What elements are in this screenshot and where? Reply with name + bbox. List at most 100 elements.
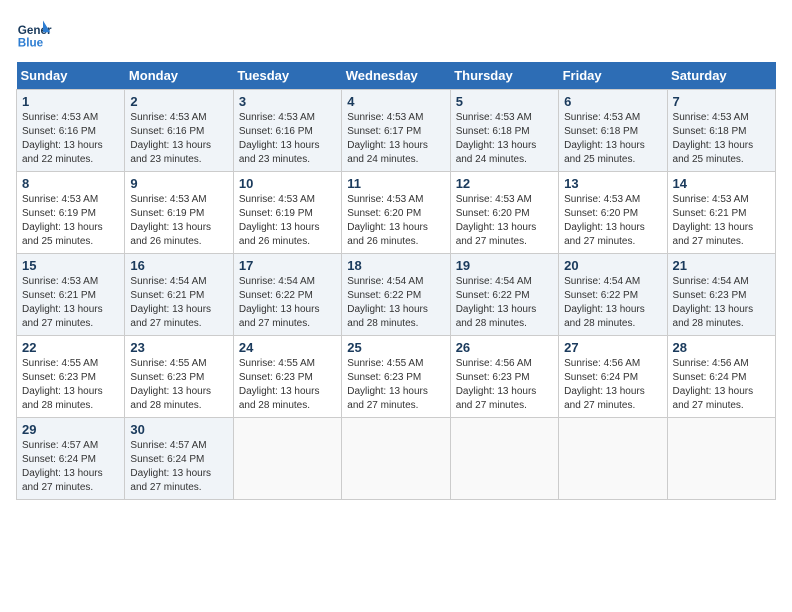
day-cell: 14 Sunrise: 4:53 AMSunset: 6:21 PMDaylig… [667, 172, 775, 254]
col-header-tuesday: Tuesday [233, 62, 341, 90]
day-number: 12 [456, 176, 553, 191]
day-number: 6 [564, 94, 661, 109]
day-cell: 28 Sunrise: 4:56 AMSunset: 6:24 PMDaylig… [667, 336, 775, 418]
logo-icon: General Blue [16, 16, 52, 52]
day-number: 22 [22, 340, 119, 355]
day-cell: 8 Sunrise: 4:53 AMSunset: 6:19 PMDayligh… [17, 172, 125, 254]
week-row-5: 29 Sunrise: 4:57 AMSunset: 6:24 PMDaylig… [17, 418, 776, 500]
day-cell: 6 Sunrise: 4:53 AMSunset: 6:18 PMDayligh… [559, 90, 667, 172]
day-cell: 18 Sunrise: 4:54 AMSunset: 6:22 PMDaylig… [342, 254, 450, 336]
day-number: 19 [456, 258, 553, 273]
day-detail: Sunrise: 4:57 AMSunset: 6:24 PMDaylight:… [130, 440, 211, 493]
day-detail: Sunrise: 4:53 AMSunset: 6:17 PMDaylight:… [347, 112, 428, 165]
day-number: 16 [130, 258, 227, 273]
day-cell: 26 Sunrise: 4:56 AMSunset: 6:23 PMDaylig… [450, 336, 558, 418]
day-cell: 17 Sunrise: 4:54 AMSunset: 6:22 PMDaylig… [233, 254, 341, 336]
day-detail: Sunrise: 4:56 AMSunset: 6:24 PMDaylight:… [564, 358, 645, 411]
day-cell [667, 418, 775, 500]
col-header-saturday: Saturday [667, 62, 775, 90]
day-number: 11 [347, 176, 444, 191]
day-number: 14 [673, 176, 770, 191]
day-cell: 15 Sunrise: 4:53 AMSunset: 6:21 PMDaylig… [17, 254, 125, 336]
day-cell: 27 Sunrise: 4:56 AMSunset: 6:24 PMDaylig… [559, 336, 667, 418]
col-header-thursday: Thursday [450, 62, 558, 90]
day-detail: Sunrise: 4:53 AMSunset: 6:18 PMDaylight:… [673, 112, 754, 165]
day-cell [233, 418, 341, 500]
day-number: 2 [130, 94, 227, 109]
day-number: 13 [564, 176, 661, 191]
day-detail: Sunrise: 4:55 AMSunset: 6:23 PMDaylight:… [239, 358, 320, 411]
day-cell: 10 Sunrise: 4:53 AMSunset: 6:19 PMDaylig… [233, 172, 341, 254]
day-detail: Sunrise: 4:53 AMSunset: 6:16 PMDaylight:… [239, 112, 320, 165]
day-cell: 5 Sunrise: 4:53 AMSunset: 6:18 PMDayligh… [450, 90, 558, 172]
day-number: 7 [673, 94, 770, 109]
day-cell: 21 Sunrise: 4:54 AMSunset: 6:23 PMDaylig… [667, 254, 775, 336]
day-detail: Sunrise: 4:53 AMSunset: 6:18 PMDaylight:… [564, 112, 645, 165]
day-cell: 22 Sunrise: 4:55 AMSunset: 6:23 PMDaylig… [17, 336, 125, 418]
day-detail: Sunrise: 4:53 AMSunset: 6:20 PMDaylight:… [347, 194, 428, 247]
day-detail: Sunrise: 4:53 AMSunset: 6:19 PMDaylight:… [22, 194, 103, 247]
day-detail: Sunrise: 4:56 AMSunset: 6:24 PMDaylight:… [673, 358, 754, 411]
day-number: 23 [130, 340, 227, 355]
day-detail: Sunrise: 4:57 AMSunset: 6:24 PMDaylight:… [22, 440, 103, 493]
day-number: 30 [130, 422, 227, 437]
day-number: 8 [22, 176, 119, 191]
day-cell: 30 Sunrise: 4:57 AMSunset: 6:24 PMDaylig… [125, 418, 233, 500]
day-cell: 9 Sunrise: 4:53 AMSunset: 6:19 PMDayligh… [125, 172, 233, 254]
day-number: 1 [22, 94, 119, 109]
day-cell: 13 Sunrise: 4:53 AMSunset: 6:20 PMDaylig… [559, 172, 667, 254]
svg-text:Blue: Blue [18, 37, 44, 50]
day-cell: 1 Sunrise: 4:53 AMSunset: 6:16 PMDayligh… [17, 90, 125, 172]
day-cell: 12 Sunrise: 4:53 AMSunset: 6:20 PMDaylig… [450, 172, 558, 254]
day-detail: Sunrise: 4:53 AMSunset: 6:16 PMDaylight:… [22, 112, 103, 165]
day-cell: 23 Sunrise: 4:55 AMSunset: 6:23 PMDaylig… [125, 336, 233, 418]
week-row-3: 15 Sunrise: 4:53 AMSunset: 6:21 PMDaylig… [17, 254, 776, 336]
day-number: 3 [239, 94, 336, 109]
col-header-sunday: Sunday [17, 62, 125, 90]
day-number: 21 [673, 258, 770, 273]
day-cell: 7 Sunrise: 4:53 AMSunset: 6:18 PMDayligh… [667, 90, 775, 172]
day-cell [450, 418, 558, 500]
day-detail: Sunrise: 4:53 AMSunset: 6:21 PMDaylight:… [22, 276, 103, 329]
day-number: 5 [456, 94, 553, 109]
day-cell: 25 Sunrise: 4:55 AMSunset: 6:23 PMDaylig… [342, 336, 450, 418]
day-number: 28 [673, 340, 770, 355]
day-detail: Sunrise: 4:53 AMSunset: 6:21 PMDaylight:… [673, 194, 754, 247]
day-detail: Sunrise: 4:54 AMSunset: 6:23 PMDaylight:… [673, 276, 754, 329]
day-detail: Sunrise: 4:55 AMSunset: 6:23 PMDaylight:… [347, 358, 428, 411]
calendar-table: SundayMondayTuesdayWednesdayThursdayFrid… [16, 62, 776, 500]
day-number: 26 [456, 340, 553, 355]
day-detail: Sunrise: 4:53 AMSunset: 6:18 PMDaylight:… [456, 112, 537, 165]
col-header-monday: Monday [125, 62, 233, 90]
day-detail: Sunrise: 4:55 AMSunset: 6:23 PMDaylight:… [130, 358, 211, 411]
day-number: 20 [564, 258, 661, 273]
day-cell [342, 418, 450, 500]
day-number: 9 [130, 176, 227, 191]
header-row: SundayMondayTuesdayWednesdayThursdayFrid… [17, 62, 776, 90]
day-detail: Sunrise: 4:53 AMSunset: 6:19 PMDaylight:… [239, 194, 320, 247]
day-cell [559, 418, 667, 500]
logo: General Blue [16, 16, 52, 52]
day-cell: 16 Sunrise: 4:54 AMSunset: 6:21 PMDaylig… [125, 254, 233, 336]
day-detail: Sunrise: 4:56 AMSunset: 6:23 PMDaylight:… [456, 358, 537, 411]
day-number: 4 [347, 94, 444, 109]
day-detail: Sunrise: 4:55 AMSunset: 6:23 PMDaylight:… [22, 358, 103, 411]
day-detail: Sunrise: 4:54 AMSunset: 6:22 PMDaylight:… [456, 276, 537, 329]
day-number: 24 [239, 340, 336, 355]
day-number: 10 [239, 176, 336, 191]
day-cell: 4 Sunrise: 4:53 AMSunset: 6:17 PMDayligh… [342, 90, 450, 172]
week-row-4: 22 Sunrise: 4:55 AMSunset: 6:23 PMDaylig… [17, 336, 776, 418]
day-cell: 29 Sunrise: 4:57 AMSunset: 6:24 PMDaylig… [17, 418, 125, 500]
day-detail: Sunrise: 4:53 AMSunset: 6:20 PMDaylight:… [564, 194, 645, 247]
day-detail: Sunrise: 4:53 AMSunset: 6:16 PMDaylight:… [130, 112, 211, 165]
day-number: 27 [564, 340, 661, 355]
day-detail: Sunrise: 4:54 AMSunset: 6:22 PMDaylight:… [347, 276, 428, 329]
day-detail: Sunrise: 4:53 AMSunset: 6:20 PMDaylight:… [456, 194, 537, 247]
week-row-1: 1 Sunrise: 4:53 AMSunset: 6:16 PMDayligh… [17, 90, 776, 172]
col-header-wednesday: Wednesday [342, 62, 450, 90]
day-cell: 19 Sunrise: 4:54 AMSunset: 6:22 PMDaylig… [450, 254, 558, 336]
week-row-2: 8 Sunrise: 4:53 AMSunset: 6:19 PMDayligh… [17, 172, 776, 254]
day-cell: 24 Sunrise: 4:55 AMSunset: 6:23 PMDaylig… [233, 336, 341, 418]
day-cell: 3 Sunrise: 4:53 AMSunset: 6:16 PMDayligh… [233, 90, 341, 172]
day-detail: Sunrise: 4:54 AMSunset: 6:21 PMDaylight:… [130, 276, 211, 329]
